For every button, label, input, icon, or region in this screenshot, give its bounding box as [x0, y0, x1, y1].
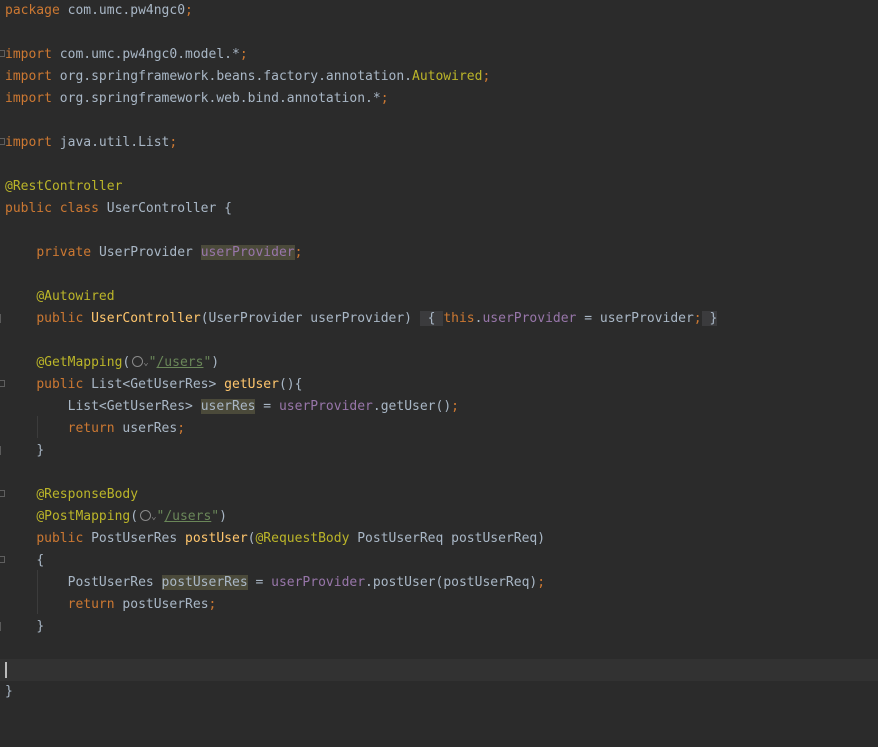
code-line[interactable]: public List<GetUserRes> getUser(){ [0, 374, 878, 396]
code-line[interactable]: import com.umc.pw4ngc0.model.*; [0, 44, 878, 66]
folded-region[interactable]: } [701, 311, 718, 326]
code-line[interactable]: import java.util.List; [0, 132, 878, 154]
code-line[interactable]: } [0, 616, 878, 638]
url-link[interactable]: /users [164, 509, 211, 524]
code-line[interactable]: List<GetUserRes> userRes = userProvider.… [0, 396, 878, 418]
code-line[interactable]: @PostMapping(⌄"/users") [0, 506, 878, 528]
code-line[interactable]: return postUserRes; [0, 594, 878, 616]
folded-region[interactable]: { [419, 311, 444, 326]
code-line[interactable]: return userRes; [0, 418, 878, 440]
code-line[interactable]: @Autowired [0, 286, 878, 308]
code-line[interactable]: @GetMapping(⌄"/users") [0, 352, 878, 374]
code-line[interactable]: @ResponseBody [0, 484, 878, 506]
code-line[interactable]: public class UserController { [0, 198, 878, 220]
highlighted-identifier: userProvider [200, 245, 295, 260]
text-cursor [5, 662, 7, 678]
code-line[interactable]: public PostUserRes postUser(@RequestBody… [0, 528, 878, 550]
globe-icon[interactable] [132, 356, 144, 367]
code-line[interactable]: private UserProvider userProvider; [0, 242, 878, 264]
code-line[interactable]: public UserController(UserProvider userP… [0, 308, 878, 330]
code-line[interactable]: } [0, 681, 878, 703]
highlighted-identifier: postUserRes [161, 575, 248, 590]
code-line[interactable]: PostUserRes postUserRes = userProvider.p… [0, 572, 878, 594]
highlighted-identifier: userRes [200, 399, 256, 414]
url-link[interactable]: /users [156, 355, 203, 370]
code-line[interactable]: @RestController [0, 176, 878, 198]
code-line[interactable]: { [0, 550, 878, 572]
code-line[interactable]: import org.springframework.beans.factory… [0, 66, 878, 88]
code-line[interactable]: import org.springframework.web.bind.anno… [0, 88, 878, 110]
globe-icon[interactable] [140, 510, 152, 521]
code-editor[interactable]: package com.umc.pw4ngc0; import com.umc.… [0, 0, 878, 699]
code-line[interactable]: } [0, 440, 878, 462]
code-line[interactable]: package com.umc.pw4ngc0; [0, 0, 878, 22]
current-line[interactable] [0, 659, 878, 681]
